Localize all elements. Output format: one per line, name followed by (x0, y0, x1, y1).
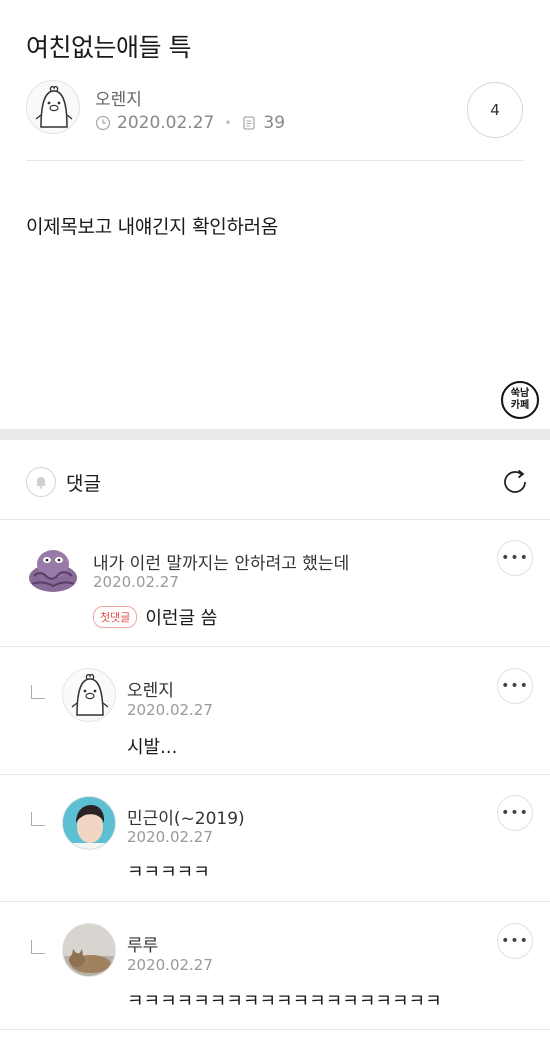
stamp-line-2: 카페 (510, 400, 530, 411)
avatar[interactable] (62, 796, 116, 850)
comment-text-content: 이런글 씀 (145, 608, 218, 629)
divider (26, 160, 524, 161)
clock-icon (95, 115, 111, 131)
comment-text: ㅋㅋㅋㅋㅋㅋㅋㅋㅋㅋㅋㅋㅋㅋㅋㅋㅋㅋㅋ (127, 991, 442, 1012)
comment-author[interactable]: 민근이(~2019) (127, 804, 245, 829)
notification-toggle[interactable] (26, 467, 56, 497)
reply-arrow-icon (31, 685, 45, 699)
reply-item: 민근이(~2019) 2020.02.27 ㅋㅋㅋㅋㅋ ••• (0, 775, 550, 902)
cafe-stamp-logo: 쑥남 카페 (501, 381, 539, 419)
more-options-button[interactable]: ••• (497, 668, 533, 704)
penguin-avatar-icon (35, 85, 73, 128)
more-options-button[interactable]: ••• (497, 923, 533, 959)
post-date: 2020.02.27 (117, 113, 215, 133)
post-title: 여친없는애들 특 (26, 33, 191, 62)
comment-date: 2020.02.27 (93, 573, 179, 591)
comment-author[interactable]: 루루 (127, 931, 158, 956)
avatar[interactable] (62, 668, 116, 722)
comment-date: 2020.02.27 (127, 828, 213, 846)
comment-date: 2020.02.27 (127, 701, 213, 719)
post-body: 이제목보고 내얘긴지 확인하러옴 (26, 216, 279, 238)
comment-text: 첫댓글 이런글 씀 (93, 604, 217, 630)
document-icon (243, 116, 256, 130)
stamp-line-1: 쑥남 (510, 388, 530, 399)
bell-icon (36, 477, 46, 489)
more-options-button[interactable]: ••• (497, 795, 533, 831)
purple-character-avatar-icon (29, 550, 77, 592)
reply-arrow-icon (31, 812, 45, 826)
author-avatar[interactable] (26, 80, 80, 134)
avatar[interactable] (26, 542, 80, 596)
comment-item: 내가 이런 말까지는 안하려고 했는데 2020.02.27 첫댓글 이런글 씀 … (0, 520, 550, 647)
penguin-avatar-icon (71, 673, 109, 716)
comment-author[interactable]: 오렌지 (127, 676, 174, 701)
comment-text: ㅋㅋㅋㅋㅋ (127, 862, 210, 883)
comment-count-button[interactable]: 4 (467, 82, 523, 138)
more-icon: ••• (501, 805, 529, 821)
reply-arrow-icon (31, 940, 45, 954)
view-count: 39 (263, 113, 286, 133)
comment-text: 시발... (127, 737, 178, 758)
refresh-icon[interactable] (499, 466, 531, 498)
cat-photo-avatar-icon (63, 924, 115, 976)
meta-separator: • (224, 116, 232, 130)
first-comment-badge: 첫댓글 (93, 606, 138, 628)
divider (0, 1029, 550, 1030)
more-icon: ••• (501, 933, 529, 949)
post-meta: 2020.02.27 • 39 (95, 113, 285, 133)
comment-date: 2020.02.27 (127, 956, 213, 974)
reply-item: 오렌지 2020.02.27 시발... ••• (0, 647, 550, 775)
avatar[interactable] (62, 923, 116, 977)
comments-header: 댓글 (0, 440, 550, 520)
author-name[interactable]: 오렌지 (95, 85, 142, 110)
comment-author[interactable]: 내가 이런 말까지는 안하려고 했는데 (93, 549, 349, 574)
person-photo-avatar-icon (63, 797, 115, 849)
section-gap (0, 429, 550, 440)
comments-label: 댓글 (66, 473, 101, 495)
more-icon: ••• (501, 678, 529, 694)
more-options-button[interactable]: ••• (497, 540, 533, 576)
more-icon: ••• (501, 550, 529, 566)
reply-item: 루루 2020.02.27 ㅋㅋㅋㅋㅋㅋㅋㅋㅋㅋㅋㅋㅋㅋㅋㅋㅋㅋㅋ ••• (0, 902, 550, 1030)
